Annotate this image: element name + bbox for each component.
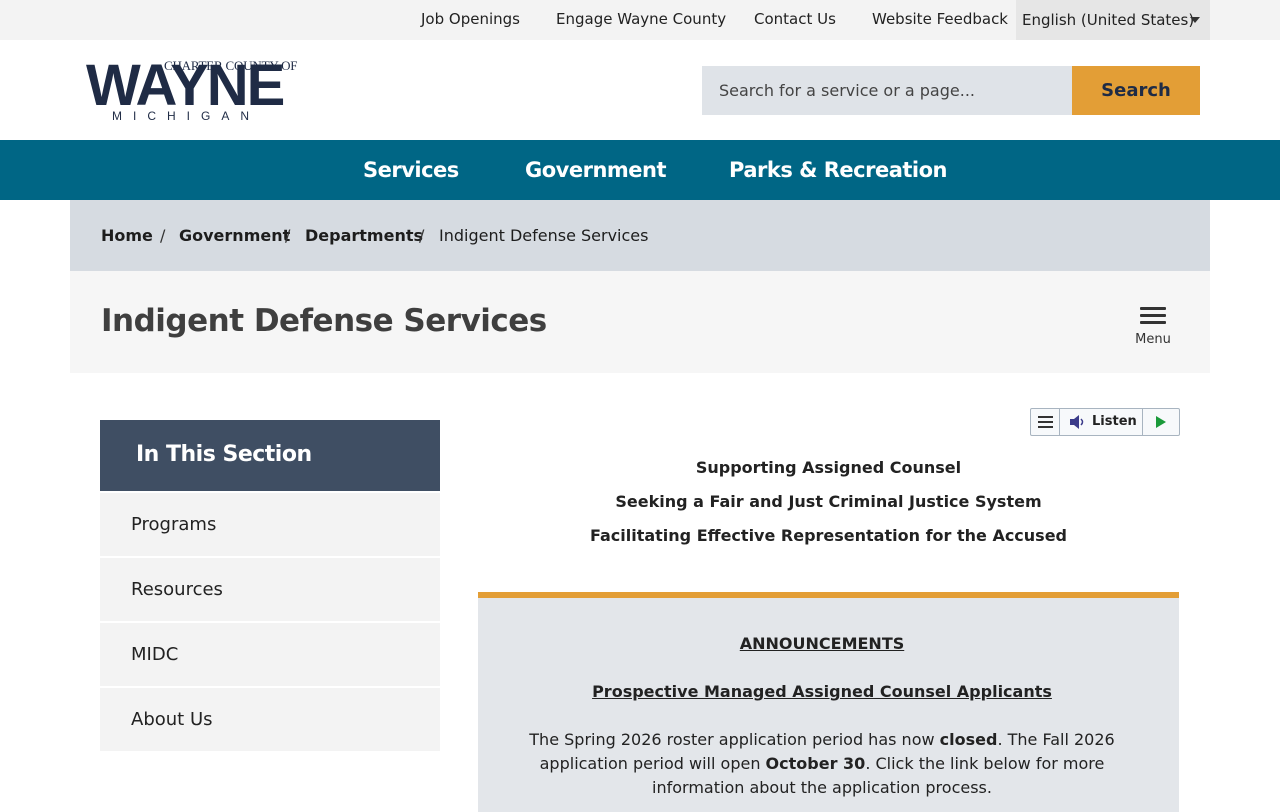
breadcrumb-home[interactable]: Home	[101, 200, 153, 271]
listen-widget: Listen	[1030, 408, 1180, 436]
listen-menu-button[interactable]	[1031, 409, 1060, 435]
website-feedback-link[interactable]: Website Feedback	[872, 0, 1008, 40]
breadcrumb-current: Indigent Defense Services	[439, 226, 649, 245]
job-openings-link[interactable]: Job Openings	[421, 0, 520, 40]
announcements-title: ANNOUNCEMENTS	[739, 634, 905, 653]
page-title: Indigent Defense Services	[101, 303, 547, 339]
wayne-county-logo[interactable]: CHARTER COUNTY OF WAYNE MICHIGAN	[86, 54, 297, 126]
menu-toggle-button[interactable]: Menu	[1130, 303, 1176, 349]
tagline: Seeking a Fair and Just Criminal Justice…	[615, 492, 1042, 511]
engage-wayne-county-link[interactable]: Engage Wayne County	[556, 0, 726, 40]
nav-item-government[interactable]: Government	[525, 140, 667, 200]
breadcrumb-separator: /	[160, 226, 166, 245]
play-icon	[1156, 416, 1166, 428]
side-nav-item-about-us[interactable]: About Us	[100, 688, 440, 751]
listen-button[interactable]: Listen	[1092, 409, 1137, 435]
main-nav: Services Government Parks & Recreation	[0, 140, 1280, 200]
breadcrumb: Home / Government / Departments / Indige…	[70, 200, 1210, 271]
caret-down-icon	[1190, 17, 1200, 23]
breadcrumb-government[interactable]: Government	[179, 200, 290, 271]
language-select[interactable]: English (United States)	[1016, 0, 1210, 40]
breadcrumb-separator: /	[285, 226, 291, 245]
search-input[interactable]	[702, 66, 1072, 115]
applicants-link[interactable]: Prospective Managed Assigned Counsel App…	[478, 682, 1166, 701]
menu-label: Menu	[1135, 332, 1171, 347]
side-nav-heading: In This Section	[100, 420, 440, 491]
search-button[interactable]: Search	[1072, 66, 1200, 115]
utility-bar: Job Openings Engage Wayne County Contact…	[0, 0, 1280, 40]
logo-state: MICHIGAN	[112, 109, 260, 123]
language-label: English (United States)	[1022, 11, 1195, 29]
nav-item-services[interactable]: Services	[363, 140, 459, 200]
tagline: Facilitating Effective Representation fo…	[589, 526, 1068, 545]
breadcrumb-separator: /	[419, 226, 425, 245]
side-nav: In This Section Programs Resources MIDC …	[100, 420, 440, 751]
side-nav-item-programs[interactable]: Programs	[100, 493, 440, 556]
announcement-body: The Spring 2026 roster application perio…	[529, 730, 1115, 797]
breadcrumb-departments[interactable]: Departments	[305, 200, 423, 271]
tagline: Supporting Assigned Counsel	[695, 458, 962, 477]
play-button[interactable]	[1142, 409, 1180, 435]
contact-us-link[interactable]: Contact Us	[754, 0, 836, 40]
announcements-panel: ANNOUNCEMENTS Prospective Managed Assign…	[478, 592, 1179, 812]
title-band: Indigent Defense Services Menu	[70, 271, 1210, 373]
nav-item-parks-recreation[interactable]: Parks & Recreation	[729, 140, 948, 200]
side-nav-item-midc[interactable]: MIDC	[100, 623, 440, 686]
side-nav-item-resources[interactable]: Resources	[100, 558, 440, 621]
speaker-icon	[1070, 415, 1084, 429]
